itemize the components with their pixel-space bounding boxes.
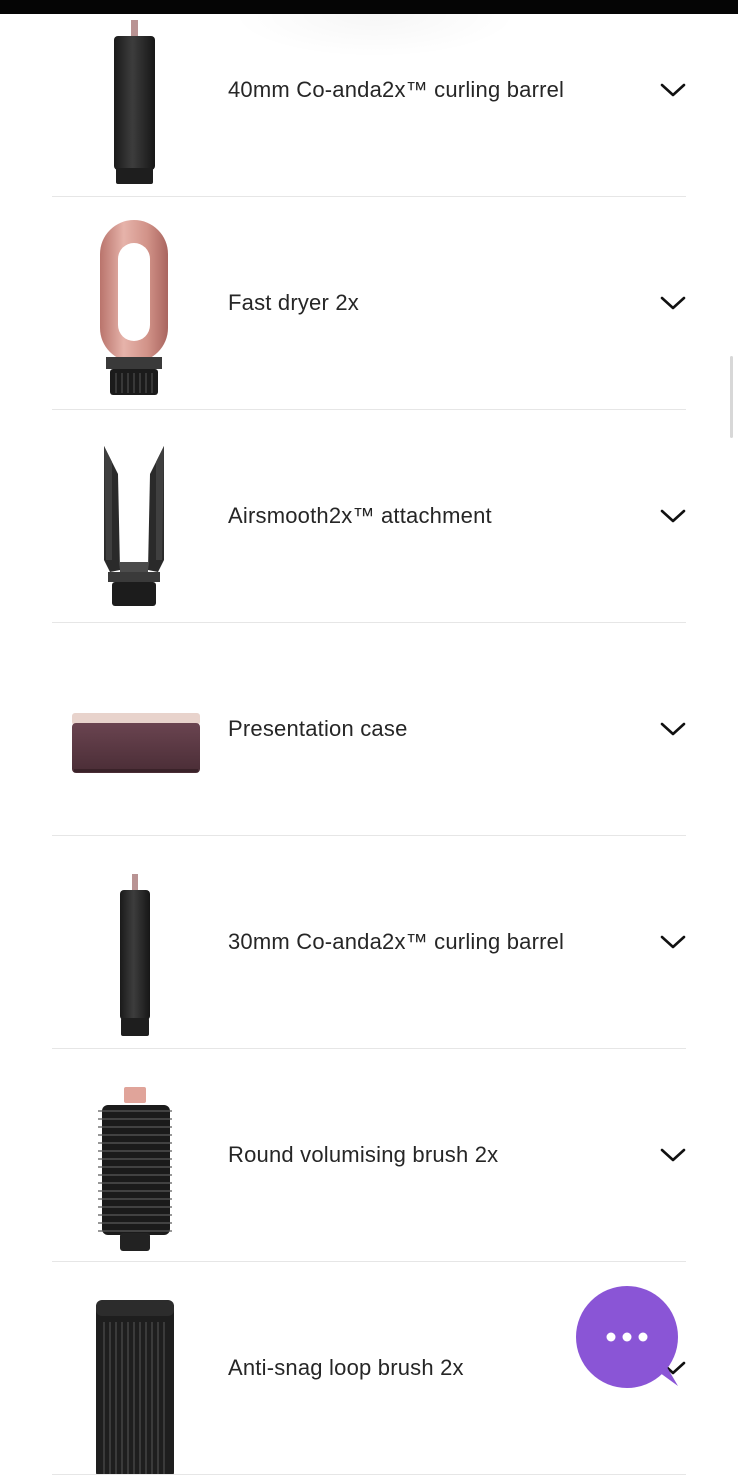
presentation-case-image: [52, 623, 218, 835]
chevron-down-icon[interactable]: [660, 934, 686, 950]
accessory-item-presentation-case[interactable]: Presentation case: [52, 623, 686, 836]
accessory-label: Round volumising brush 2x: [228, 1142, 499, 1167]
accessory-item-30mm-barrel[interactable]: 30mm Co-anda2x™ curling barrel: [52, 836, 686, 1049]
accessory-label: 40mm Co-anda2x™ curling barrel: [228, 77, 565, 102]
accessory-item-fast-dryer[interactable]: Fast dryer 2x: [52, 197, 686, 410]
fast-dryer-image: [52, 197, 218, 409]
chat-button[interactable]: [576, 1286, 680, 1390]
chevron-down-icon[interactable]: [660, 721, 686, 737]
chevron-down-icon[interactable]: [660, 1147, 686, 1163]
chevron-down-icon[interactable]: [660, 295, 686, 311]
accessory-label: 30mm Co-anda2x™ curling barrel: [228, 929, 565, 954]
accessory-item-airsmooth[interactable]: Airsmooth2x™ attachment: [52, 410, 686, 623]
chevron-down-icon[interactable]: [660, 508, 686, 524]
chat-bubble-icon: [576, 1286, 678, 1388]
scrollbar[interactable]: [730, 356, 733, 438]
anti-snag-loop-brush-image: [52, 1262, 218, 1474]
round-volumising-brush-image: [52, 1049, 218, 1261]
accessory-label: Airsmooth2x™ attachment: [228, 503, 492, 528]
curling-barrel-40mm-image: [52, 0, 218, 196]
accessories-list: 40mm Co-anda2x™ curling barrel Fast drye…: [52, 0, 686, 1475]
chevron-down-icon[interactable]: [660, 82, 686, 98]
curling-barrel-30mm-image: [52, 836, 218, 1048]
airsmooth-attachment-image: [52, 410, 218, 622]
accessory-item-40mm-barrel[interactable]: 40mm Co-anda2x™ curling barrel: [52, 0, 686, 197]
accessory-label: Presentation case: [228, 716, 408, 741]
accessory-label: Anti-snag loop brush 2x: [228, 1355, 464, 1380]
accessory-item-round-brush[interactable]: Round volumising brush 2x: [52, 1049, 686, 1262]
accessory-label: Fast dryer 2x: [228, 290, 359, 315]
